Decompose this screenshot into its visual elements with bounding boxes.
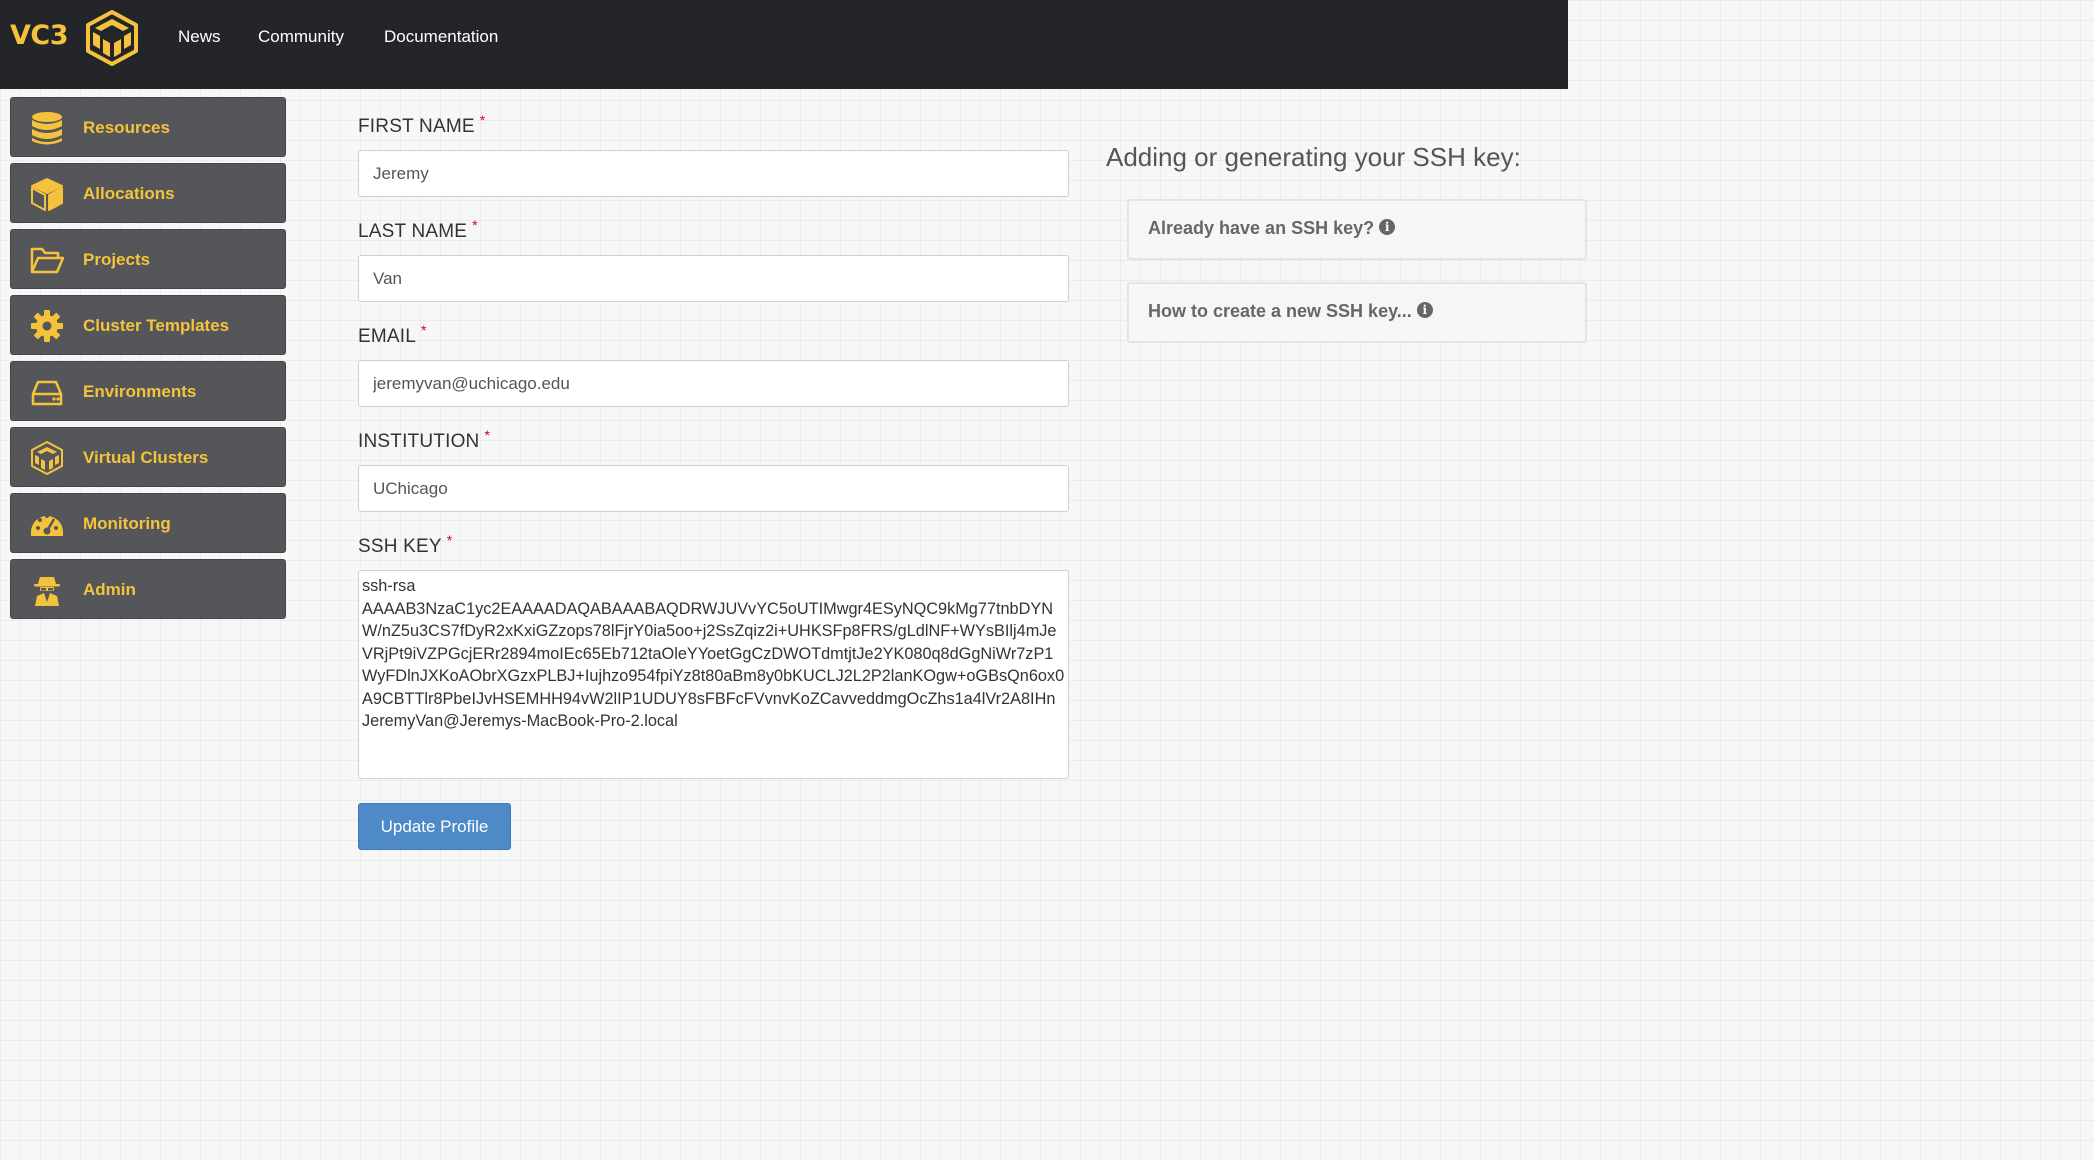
required-asterisk: *: [472, 217, 478, 233]
gear-icon: [31, 310, 63, 342]
existing-ssh-key-card-content: Already have an SSH key? i: [1148, 218, 1396, 239]
sidebar-item-label: Virtual Clusters: [83, 448, 209, 467]
create-ssh-key-label: How to create a new SSH key...: [1148, 301, 1412, 321]
database-icon: [32, 112, 62, 145]
ssh-key-textarea[interactable]: ssh-rsa AAAAB3NzaC1yc2EAAAADAQABAAABAQDR…: [358, 570, 1069, 779]
dashboard-gauge-icon: [31, 514, 63, 536]
required-asterisk: *: [479, 112, 486, 128]
brand-name[interactable]: VC3: [10, 20, 69, 51]
top-navbar: VC3 News Community Documentation: [0, 0, 1568, 89]
folder-open-icon: [30, 247, 65, 274]
nav-news[interactable]: News: [178, 27, 221, 47]
sidebar-item-label: Resources: [83, 118, 170, 137]
existing-ssh-key-label: Already have an SSH key?: [1148, 218, 1375, 238]
institution-label-text: INSTITUTION: [358, 431, 480, 452]
required-asterisk: *: [484, 427, 491, 443]
sidebar-item-cluster-templates[interactable]: Cluster Templates: [10, 295, 286, 355]
create-ssh-key-card-content: How to create a new SSH key... i: [1148, 301, 1433, 322]
sidebar-item-virtual-clusters[interactable]: Virtual Clusters: [10, 427, 286, 487]
email-input[interactable]: [358, 360, 1069, 407]
sidebar-item-label: Monitoring: [83, 514, 171, 533]
sidebar-item-admin[interactable]: Admin: [10, 559, 286, 619]
nav-community[interactable]: Community: [258, 27, 344, 47]
first-name-input[interactable]: [358, 150, 1069, 197]
hard-drive-icon: [31, 380, 63, 406]
vc3-logo-icon[interactable]: [84, 9, 140, 67]
first-name-label-text: FIRST NAME: [358, 116, 475, 137]
sidebar-item-label: Projects: [83, 250, 151, 269]
sidebar-item-resources[interactable]: Resources: [10, 97, 286, 157]
cube-icon: [31, 178, 63, 211]
sidebar-item-monitoring[interactable]: Monitoring: [10, 493, 286, 553]
nav-documentation[interactable]: Documentation: [384, 27, 498, 47]
ssh-help-title: Adding or generating your SSH key:: [1106, 142, 1521, 172]
first-name-label: FIRST NAME *: [358, 112, 485, 138]
sidebar-item-label: Environments: [83, 382, 197, 401]
vc3-cluster-icon: [31, 441, 63, 475]
sidebar-item-allocations[interactable]: Allocations: [10, 163, 286, 223]
last-name-label: LAST NAME *: [358, 217, 478, 243]
required-asterisk: *: [421, 322, 427, 338]
sidebar-item-projects[interactable]: Projects: [10, 229, 286, 289]
required-asterisk: *: [446, 532, 453, 548]
update-profile-button[interactable]: Update Profile: [358, 803, 511, 850]
sidebar-item-environments[interactable]: Environments: [10, 361, 286, 421]
sidebar-item-label: Admin: [83, 580, 136, 599]
last-name-label-text: LAST NAME: [358, 221, 468, 242]
sidebar-item-label: Allocations: [83, 184, 175, 203]
institution-label: INSTITUTION *: [358, 427, 490, 453]
email-label: EMAIL *: [358, 322, 427, 348]
ssh-key-label-text: SSH KEY: [358, 536, 442, 557]
existing-ssh-key-card[interactable]: Already have an SSH key? i: [1127, 199, 1587, 260]
institution-input[interactable]: [358, 465, 1069, 512]
last-name-input[interactable]: [358, 255, 1069, 302]
ssh-key-label: SSH KEY *: [358, 532, 452, 558]
create-ssh-key-card[interactable]: How to create a new SSH key... i: [1127, 282, 1587, 343]
info-circle-icon: i: [1416, 302, 1433, 319]
sidebar-item-label: Cluster Templates: [83, 316, 230, 335]
user-secret-icon: [34, 577, 60, 606]
email-label-text: EMAIL: [358, 326, 417, 347]
info-circle-icon: i: [1379, 219, 1396, 236]
